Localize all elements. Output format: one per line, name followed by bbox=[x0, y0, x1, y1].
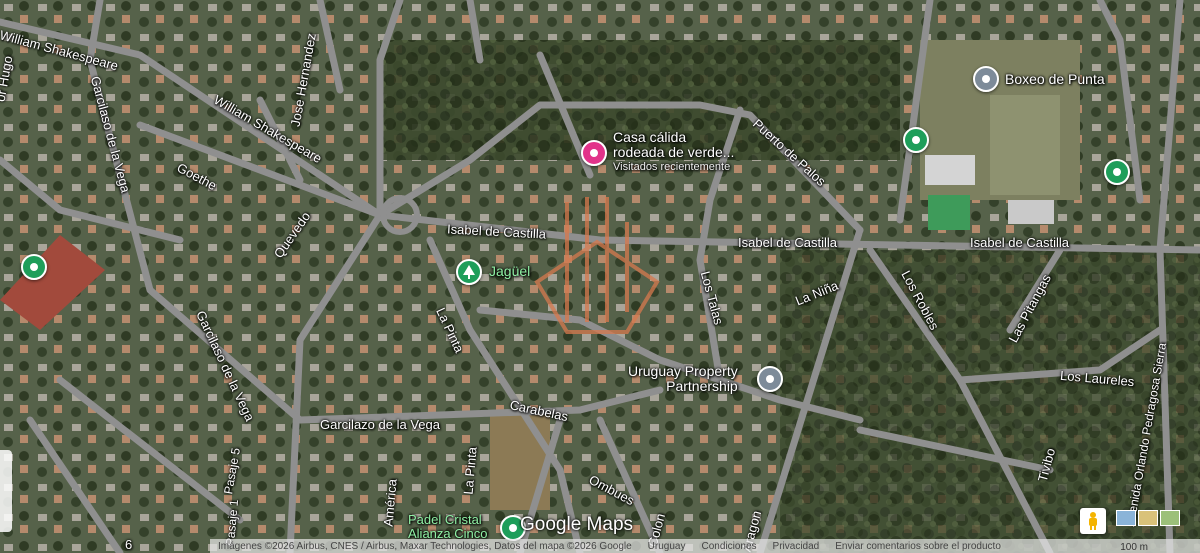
street-label: La Pinta bbox=[460, 446, 480, 496]
side-panel-toggle[interactable] bbox=[0, 450, 12, 532]
sports-pin-icon[interactable] bbox=[21, 254, 47, 280]
place-title: rodeada de verde... bbox=[613, 144, 735, 161]
location-pin-icon[interactable] bbox=[973, 66, 999, 92]
place-label-padel[interactable]: Padel Cristal Alianza Cinco bbox=[408, 512, 488, 542]
place-label-boxeo[interactable]: Boxeo de Punta bbox=[1005, 71, 1105, 87]
google-maps-logo: Google Maps bbox=[520, 514, 634, 535]
layer-thumb[interactable] bbox=[1116, 510, 1136, 526]
place-label-uruguay-property[interactable]: Uruguay Property Partnership bbox=[628, 363, 738, 395]
place-title: Partnership bbox=[666, 378, 738, 395]
street-label: Isabel de Castilla bbox=[738, 235, 837, 250]
park-pin-icon[interactable] bbox=[456, 259, 482, 285]
feedback-link[interactable]: Enviar comentarios sobre el producto bbox=[835, 541, 1001, 552]
layers-toggle[interactable] bbox=[1116, 510, 1180, 526]
location-pin-icon[interactable] bbox=[757, 366, 783, 392]
terms-link[interactable]: Condiciones bbox=[701, 541, 756, 552]
street-label: Garcilazo de la Vega bbox=[320, 417, 440, 432]
street-label: Isabel de Castilla bbox=[970, 235, 1069, 250]
region-link[interactable]: Uruguay bbox=[648, 541, 686, 552]
satellite-map[interactable]: William Shakespeare William Shakespeare … bbox=[0, 0, 1200, 553]
map-footer: Imágenes ©2026 Airbus, CNES / Airbus, Ma… bbox=[210, 539, 1200, 553]
layer-thumb[interactable] bbox=[1138, 510, 1158, 526]
sports-pin-icon[interactable] bbox=[903, 127, 929, 153]
watermark-logo bbox=[534, 197, 660, 334]
street-label: América bbox=[380, 478, 400, 528]
layer-thumb[interactable] bbox=[1160, 510, 1180, 526]
street-label: 6 bbox=[125, 537, 133, 552]
scale-bar: 100 m bbox=[1120, 542, 1148, 553]
sports-pin-icon[interactable] bbox=[1104, 159, 1130, 185]
place-label-jaguel[interactable]: Jagüel bbox=[489, 263, 530, 279]
imagery-attribution: Imágenes ©2026 Airbus, CNES / Airbus, Ma… bbox=[218, 540, 632, 552]
privacy-link[interactable]: Privacidad bbox=[773, 541, 820, 552]
place-label-casa[interactable]: Casa cálida rodeada de verde... Visitado… bbox=[613, 129, 735, 173]
pegman-icon[interactable] bbox=[1080, 508, 1106, 534]
home-pin-icon[interactable] bbox=[581, 140, 607, 166]
place-subtitle: Visitados recientemente bbox=[613, 160, 731, 173]
